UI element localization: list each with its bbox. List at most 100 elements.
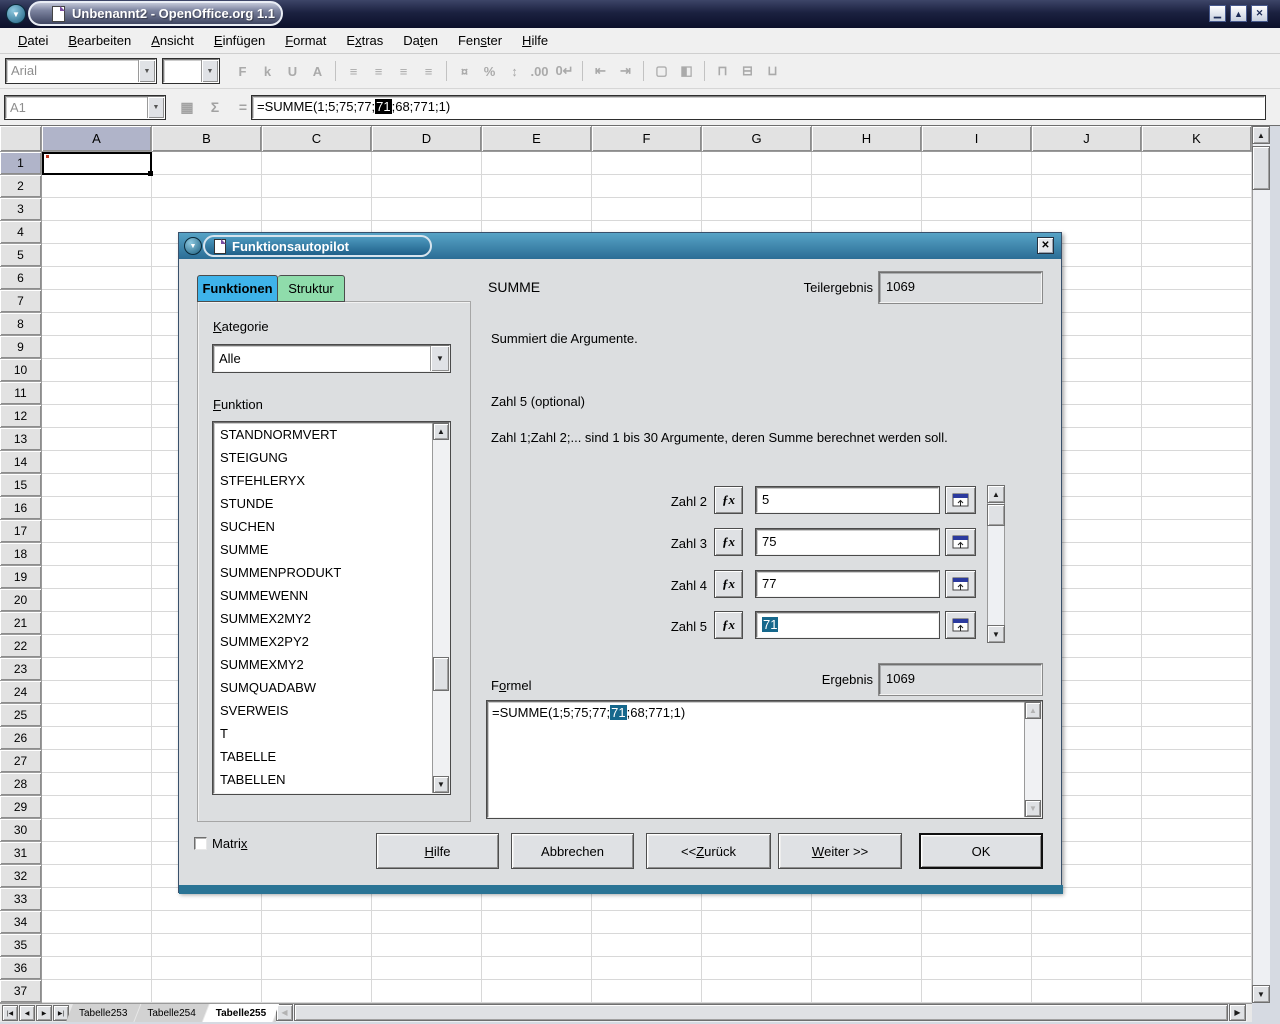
row-header-23[interactable]: 23 xyxy=(0,658,42,681)
function-button[interactable]: ƒx xyxy=(714,611,743,639)
row-header-18[interactable]: 18 xyxy=(0,543,42,566)
function-list-item[interactable]: SUMMEX2PY2 xyxy=(215,631,432,654)
column-header-g[interactable]: G xyxy=(702,126,812,152)
row-header-22[interactable]: 22 xyxy=(0,635,42,658)
row-header-4[interactable]: 4 xyxy=(0,221,42,244)
column-header-j[interactable]: J xyxy=(1032,126,1142,152)
row-header-30[interactable]: 30 xyxy=(0,819,42,842)
function-list-item[interactable]: SUMMEXMY2 xyxy=(215,654,432,677)
column-header-k[interactable]: K xyxy=(1142,126,1252,152)
formula-textarea-scrollbar[interactable]: ▲ ▼ xyxy=(1024,702,1041,817)
chevron-down-icon[interactable]: ▼ xyxy=(147,97,164,118)
window-menu-button[interactable]: ▼ xyxy=(6,4,26,24)
underline-icon[interactable]: U xyxy=(280,59,305,83)
menu-hilfe[interactable]: Hilfe xyxy=(512,29,558,52)
back-button[interactable]: << Zurück xyxy=(646,833,771,869)
shrink-button[interactable] xyxy=(945,611,976,639)
scroll-down-button[interactable]: ▼ xyxy=(433,776,449,793)
row-header-36[interactable]: 36 xyxy=(0,957,42,980)
function-list-item[interactable]: STUNDE xyxy=(215,493,432,516)
tab-struktur[interactable]: Struktur xyxy=(278,275,345,302)
decrease-indent-icon[interactable]: ⇤ xyxy=(588,59,613,83)
row-header-19[interactable]: 19 xyxy=(0,566,42,589)
scroll-up-button[interactable]: ▲ xyxy=(1252,126,1270,144)
scroll-left-button[interactable]: ◀ xyxy=(276,1004,293,1021)
row-header-28[interactable]: 28 xyxy=(0,773,42,796)
function-list-item[interactable]: STEIGUNG xyxy=(215,447,432,470)
row-header-16[interactable]: 16 xyxy=(0,497,42,520)
row-header-24[interactable]: 24 xyxy=(0,681,42,704)
function-list-item[interactable]: SUMMENPRODUKT xyxy=(215,562,432,585)
row-header-25[interactable]: 25 xyxy=(0,704,42,727)
menu-extras[interactable]: Extras xyxy=(336,29,393,52)
ok-button[interactable]: OK xyxy=(919,833,1043,869)
frame-line-middle-icon[interactable]: ⊟ xyxy=(735,59,760,83)
function-list-item[interactable]: TABELLE xyxy=(215,746,432,769)
border-icon[interactable]: ▢ xyxy=(649,59,674,83)
scroll-up-button[interactable]: ▲ xyxy=(1025,702,1041,719)
row-header-32[interactable]: 32 xyxy=(0,865,42,888)
scroll-down-button[interactable]: ▼ xyxy=(1252,985,1270,1003)
menu-ansicht[interactable]: Ansicht xyxy=(141,29,204,52)
function-list-item[interactable]: SUMME xyxy=(215,539,432,562)
row-header-35[interactable]: 35 xyxy=(0,934,42,957)
row-header-20[interactable]: 20 xyxy=(0,589,42,612)
background-color-icon[interactable]: ◧ xyxy=(674,59,699,83)
function-list-item[interactable]: SUMMEWENN xyxy=(215,585,432,608)
column-header-b[interactable]: B xyxy=(152,126,262,152)
row-header-2[interactable]: 2 xyxy=(0,175,42,198)
menu-bearbeiten[interactable]: Bearbeiten xyxy=(58,29,141,52)
row-header-27[interactable]: 27 xyxy=(0,750,42,773)
row-header-12[interactable]: 12 xyxy=(0,405,42,428)
function-list-item[interactable]: SUMQUADABW xyxy=(215,677,432,700)
row-header-6[interactable]: 6 xyxy=(0,267,42,290)
frame-line-top-icon[interactable]: ⊓ xyxy=(710,59,735,83)
menu-daten[interactable]: Daten xyxy=(393,29,448,52)
dialog-menu-button[interactable]: ▼ xyxy=(184,237,202,255)
menu-fenster[interactable]: Fenster xyxy=(448,29,512,52)
help-button[interactable]: Hilfe xyxy=(376,833,499,869)
chevron-down-icon[interactable]: ▼ xyxy=(430,346,449,371)
shrink-button[interactable] xyxy=(945,528,976,556)
scroll-down-button[interactable]: ▼ xyxy=(1025,800,1041,817)
function-button[interactable]: ƒx xyxy=(714,528,743,556)
function-list-item[interactable]: STFEHLERYX xyxy=(215,470,432,493)
function-button[interactable]: ƒx xyxy=(714,570,743,598)
chevron-down-icon[interactable]: ▼ xyxy=(138,60,155,82)
standard-format-icon[interactable]: ↕ xyxy=(502,59,527,83)
function-autopilot-icon[interactable]: ▦ xyxy=(176,96,198,118)
align-justify-icon[interactable]: ≡ xyxy=(416,59,441,83)
row-header-3[interactable]: 3 xyxy=(0,198,42,221)
last-sheet-button[interactable]: ▶| xyxy=(53,1005,69,1021)
function-list-item[interactable]: T xyxy=(215,723,432,746)
column-header-f[interactable]: F xyxy=(592,126,702,152)
column-header-i[interactable]: I xyxy=(922,126,1032,152)
vertical-scrollbar[interactable]: ▲ ▼ xyxy=(1252,126,1270,1003)
cell-reference-box[interactable]: A1 ▼ xyxy=(5,96,165,119)
dialog-close-button[interactable]: ✕ xyxy=(1037,237,1054,254)
function-list-item[interactable]: SVERWEIS xyxy=(215,700,432,723)
row-header-37[interactable]: 37 xyxy=(0,980,42,1003)
frame-line-bottom-icon[interactable]: ⊔ xyxy=(760,59,785,83)
sum-icon[interactable]: Σ xyxy=(204,96,226,118)
currency-format-icon[interactable]: ¤ xyxy=(452,59,477,83)
function-list-item[interactable]: SUMMEX2MY2 xyxy=(215,608,432,631)
increase-indent-icon[interactable]: ⇥ xyxy=(613,59,638,83)
close-button[interactable]: ✕ xyxy=(1251,5,1268,22)
align-right-icon[interactable]: ≡ xyxy=(391,59,416,83)
menu-format[interactable]: Format xyxy=(275,29,336,52)
function-list-item[interactable]: STANDNORMVERT xyxy=(215,424,432,447)
argument-input[interactable]: 5 xyxy=(756,487,939,513)
argument-scrollbar[interactable]: ▲ ▼ xyxy=(987,485,1005,643)
list-scrollbar-thumb[interactable] xyxy=(433,657,449,691)
add-decimal-icon[interactable]: .00 xyxy=(527,59,552,83)
font-size-combo[interactable]: ▼ xyxy=(163,59,219,83)
row-header-13[interactable]: 13 xyxy=(0,428,42,451)
function-list-scrollbar[interactable]: ▲ ▼ xyxy=(432,423,449,793)
tab-funktionen[interactable]: Funktionen xyxy=(197,275,278,302)
font-color-icon[interactable]: A xyxy=(305,59,330,83)
category-combo[interactable]: Alle ▼ xyxy=(213,345,450,372)
shrink-button[interactable] xyxy=(945,486,976,514)
scroll-up-button[interactable]: ▲ xyxy=(987,485,1005,503)
row-header-29[interactable]: 29 xyxy=(0,796,42,819)
